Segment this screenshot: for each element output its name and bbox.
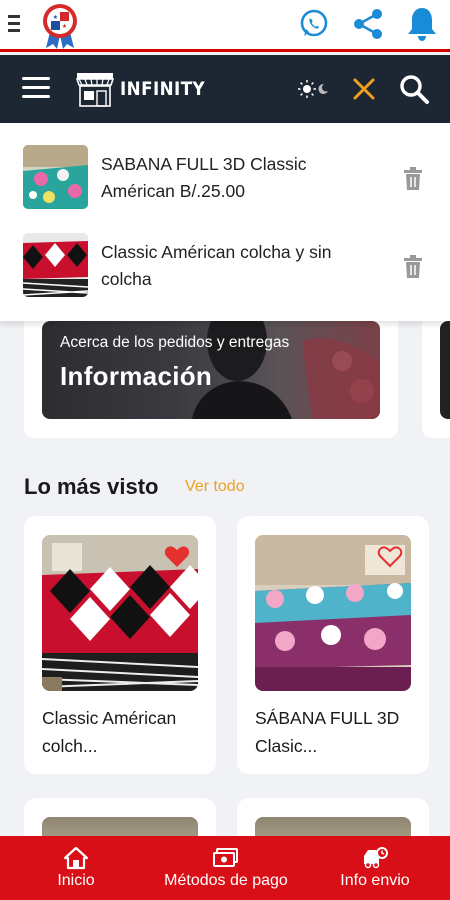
trash-icon[interactable] [402, 167, 424, 191]
brand-name: INFINITY [120, 78, 206, 100]
product-title: Classic Américan colch... [42, 708, 177, 756]
storefront-icon [75, 73, 115, 107]
main-navbar: INFINITY [0, 55, 450, 123]
share-icon[interactable] [348, 4, 388, 44]
nav-home-label: Inicio [57, 872, 95, 889]
next-banner-card[interactable] [422, 310, 450, 438]
result-thumbnail [23, 233, 88, 297]
section-title: Lo más visto [24, 474, 159, 499]
delivery-truck-icon [364, 847, 388, 869]
svg-text:★: ★ [62, 23, 67, 30]
bell-icon[interactable] [402, 4, 442, 44]
home-icon [63, 846, 89, 870]
brand-logo[interactable]: INFINITY [74, 69, 217, 109]
bottom-navigation: Inicio Métodos de pago Info envio [0, 836, 450, 900]
result-title: SABANA FULL 3D Classic Américan B/.25.00 [101, 154, 307, 201]
product-card[interactable]: SÁBANA FULL 3D Clasic... [237, 516, 429, 774]
close-icon[interactable] [350, 75, 378, 103]
money-icon [213, 848, 238, 867]
info-title: Información [60, 361, 213, 391]
whatsapp-icon[interactable] [294, 4, 334, 44]
sun-moon-icon[interactable] [296, 77, 332, 101]
nav-shipping-label: Info envio [340, 872, 410, 889]
svg-text:★: ★ [53, 14, 58, 21]
search-result-item[interactable]: Classic Américan colcha y sin colcha [0, 211, 450, 297]
search-result-item[interactable]: SABANA FULL 3D Classic Américan B/.25.00 [0, 123, 450, 209]
search-results-dropdown: SABANA FULL 3D Classic Américan B/.25.00… [0, 123, 450, 321]
nav-payment-methods[interactable]: Métodos de pago [152, 836, 300, 900]
nav-shipping-info[interactable]: Info envio [300, 836, 450, 900]
top-bar: ★ ★ [0, 0, 450, 52]
vertical-menu-icon[interactable] [8, 12, 22, 36]
product-card[interactable]: Classic Américan colch... [24, 516, 216, 774]
info-subtitle: Acerca de los pedidos y entregas [60, 334, 290, 351]
result-thumbnail [23, 145, 88, 209]
favorite-heart-outline-icon[interactable] [377, 545, 403, 569]
info-banner[interactable]: Acerca de los pedidos y entregas Informa… [42, 321, 380, 419]
panama-flag-badge-icon: ★ ★ [43, 4, 77, 49]
favorite-heart-icon[interactable] [164, 545, 190, 569]
product-image [255, 535, 411, 691]
search-icon[interactable] [398, 73, 430, 105]
see-all-link[interactable]: Ver todo [185, 478, 245, 496]
product-title: SÁBANA FULL 3D Clasic... [255, 708, 400, 756]
hamburger-menu-icon[interactable] [22, 77, 52, 101]
nav-home[interactable]: Inicio [0, 836, 152, 900]
trash-icon[interactable] [402, 255, 424, 279]
result-title: Classic Américan colcha y sin colcha [101, 242, 332, 289]
nav-payment-label: Métodos de pago [164, 872, 288, 889]
product-image [42, 535, 198, 691]
